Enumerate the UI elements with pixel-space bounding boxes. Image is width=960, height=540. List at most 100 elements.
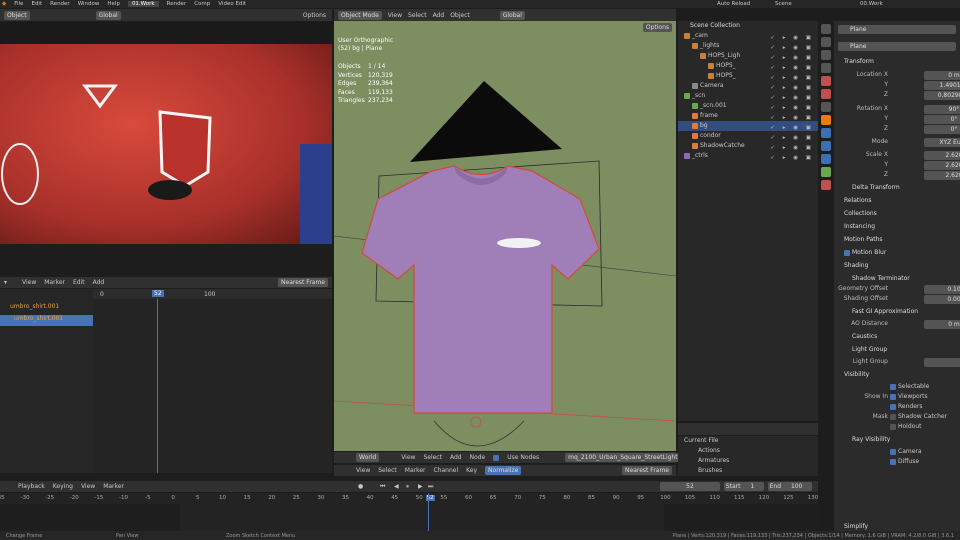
outliner-item[interactable]: _scn ✓ ▸ ◉ ▣ xyxy=(678,91,818,101)
outliner-item[interactable]: _cam ✓ ▸ ◉ ▣ xyxy=(678,31,818,41)
menu-window[interactable]: Window xyxy=(78,1,100,7)
instancing-header[interactable]: Instancing xyxy=(834,220,960,233)
outliner-item[interactable]: _ctrls ✓ ▸ ◉ ▣ xyxy=(678,151,818,161)
visibility-toggles-icon[interactable]: ✓ ▸ ◉ ▣ xyxy=(770,153,814,161)
outliner-item[interactable]: _scn.001 ✓ ▸ ◉ ▣ xyxy=(678,101,818,111)
visibility-toggles-icon[interactable]: ✓ ▸ ◉ ▣ xyxy=(770,123,814,131)
dopesheet-menu-edit[interactable]: Edit xyxy=(73,279,85,286)
delta-transform-header[interactable]: Delta Transform xyxy=(834,181,960,194)
graph-interp-dropdown[interactable]: Nearest Frame xyxy=(622,466,672,475)
transform-panel-header[interactable]: Transform xyxy=(834,55,960,68)
visibility-toggles-icon[interactable]: ✓ ▸ ◉ ▣ xyxy=(770,133,814,141)
blender-logo-icon[interactable]: ◆ xyxy=(2,1,6,7)
workspace-tab-render[interactable]: Render xyxy=(167,1,187,7)
graph-menu-channel[interactable]: Channel xyxy=(434,467,459,474)
outliner-item[interactable]: ShadowCatche ✓ ▸ ◉ ▣ xyxy=(678,141,818,151)
location-y-field[interactable]: 1.4901 m xyxy=(924,81,960,90)
view-layer-selector[interactable]: 00.Work xyxy=(860,1,883,7)
ray-visibility-header[interactable]: Ray Visibility xyxy=(834,433,960,446)
auto-reload-toggle[interactable]: Auto Reload xyxy=(717,1,750,7)
object-mode-dropdown[interactable]: Object xyxy=(4,10,30,20)
current-frame-label[interactable]: 52 xyxy=(152,290,164,297)
use-nodes-checkbox[interactable]: Use Nodes xyxy=(493,454,547,461)
object-name-field[interactable]: Plane xyxy=(838,25,956,34)
motion-blur-checkbox[interactable] xyxy=(844,249,850,256)
diffuse-ray-checkbox[interactable]: Diffuse xyxy=(890,458,919,465)
view-layer-tab-icon[interactable] xyxy=(821,63,831,73)
timeline-area[interactable]: 35-30-25-20-15-10-5051015202530354045505… xyxy=(0,493,818,531)
motion-blur-header[interactable]: Motion Blur xyxy=(834,246,960,259)
motion-paths-header[interactable]: Motion Paths xyxy=(834,233,960,246)
node-menu-view[interactable]: View xyxy=(401,454,415,461)
menu-render[interactable]: Render xyxy=(50,1,70,7)
play-reverse-icon[interactable]: ◀ xyxy=(394,483,399,490)
outliner-item[interactable]: HOPS_ ✓ ▸ ◉ ▣ xyxy=(678,71,818,81)
rotation-mode-dropdown[interactable]: XYZ Euler xyxy=(924,138,960,147)
object-tab-icon[interactable] xyxy=(821,115,831,125)
scale-x-field[interactable]: 2.620 xyxy=(924,151,960,160)
node-menu-select[interactable]: Select xyxy=(423,454,442,461)
graph-menu-select[interactable]: Select xyxy=(378,467,397,474)
material-tab-icon[interactable] xyxy=(821,180,831,190)
selectable-checkbox[interactable]: Selectable xyxy=(890,383,929,390)
dopesheet-menu-marker[interactable]: Marker xyxy=(44,279,65,286)
rotation-y-field[interactable]: 0° xyxy=(924,115,960,124)
viewport-menu-view[interactable]: View xyxy=(388,12,402,19)
outliner-item[interactable]: HOPS_ ✓ ▸ ◉ ▣ xyxy=(678,61,818,71)
outliner-item[interactable]: Camera ✓ ▸ ◉ ▣ xyxy=(678,81,818,91)
visibility-toggles-icon[interactable]: ✓ ▸ ◉ ▣ xyxy=(770,83,814,91)
workspace-tab-video-edit[interactable]: Video Edit xyxy=(218,1,246,7)
visibility-toggles-icon[interactable]: ✓ ▸ ◉ ▣ xyxy=(770,53,814,61)
relations-header[interactable]: Relations xyxy=(834,194,960,207)
timeline-ruler[interactable]: 35-30-25-20-15-10-5051015202530354045505… xyxy=(0,495,818,503)
camera-ray-checkbox[interactable]: Camera xyxy=(890,448,922,455)
scale-y-field[interactable]: 2.620 xyxy=(924,161,960,170)
caustics-header[interactable]: Caustics xyxy=(834,330,960,343)
scale-z-field[interactable]: 2.620 xyxy=(924,171,960,180)
modifier-tab-icon[interactable] xyxy=(821,128,831,138)
physics-tab-icon[interactable] xyxy=(821,154,831,164)
outliner-item[interactable]: HOPS_Ligh ✓ ▸ ◉ ▣ xyxy=(678,51,818,61)
tool-tab-icon[interactable] xyxy=(821,24,831,34)
light-group-field[interactable] xyxy=(924,358,960,367)
current-file-item[interactable]: Current File xyxy=(684,436,818,446)
world-tab-icon[interactable] xyxy=(821,89,831,99)
shading-offset-field[interactable]: 0.00 xyxy=(924,295,960,304)
options-button[interactable]: Options xyxy=(303,12,326,19)
data-name-field[interactable]: Plane xyxy=(838,42,956,51)
visibility-toggles-icon[interactable]: ✓ ▸ ◉ ▣ xyxy=(770,113,814,121)
ao-distance-field[interactable]: 0 m xyxy=(924,320,960,329)
visibility-toggles-icon[interactable]: ✓ ▸ ◉ ▣ xyxy=(770,43,814,51)
scene-selector[interactable]: Scene xyxy=(775,1,792,7)
viewport-menu-add[interactable]: Add xyxy=(433,12,445,19)
dopesheet-menu-add[interactable]: Add xyxy=(93,279,105,286)
visibility-toggles-icon[interactable]: ✓ ▸ ◉ ▣ xyxy=(770,33,814,41)
menu-help[interactable]: Help xyxy=(107,1,120,7)
dopesheet-timeline[interactable] xyxy=(93,289,332,473)
geometry-offset-field[interactable]: 0.10 xyxy=(924,285,960,294)
normalize-toggle[interactable]: Normalize xyxy=(485,466,522,475)
channel-row[interactable]: umbro_shirt.001 xyxy=(0,303,93,313)
world-dropdown[interactable]: World xyxy=(356,453,380,462)
particles-tab-icon[interactable] xyxy=(821,141,831,151)
graph-menu-key[interactable]: Key xyxy=(466,467,477,474)
current-frame-field[interactable]: 52 xyxy=(660,482,720,491)
node-menu-add[interactable]: Add xyxy=(450,454,462,461)
end-frame-field[interactable]: End 100 xyxy=(768,482,812,491)
scene-tab-icon[interactable] xyxy=(821,76,831,86)
viewport-menu-object[interactable]: Object xyxy=(450,12,470,19)
start-frame-field[interactable]: Start 1 xyxy=(724,482,764,491)
visibility-toggles-icon[interactable]: ✓ ▸ ◉ ▣ xyxy=(770,103,814,111)
timeline-menu-marker[interactable]: Marker xyxy=(103,483,124,490)
light-group-header[interactable]: Light Group xyxy=(834,343,960,356)
channel-row-selected[interactable]: umbro_shirt.001 xyxy=(0,315,93,326)
shirt-mesh[interactable] xyxy=(361,165,600,414)
dopesheet-editor-icon[interactable]: ▾ xyxy=(4,279,14,286)
record-button-icon[interactable]: ● xyxy=(358,483,363,490)
renders-checkbox[interactable]: Renders xyxy=(890,403,923,410)
shadow-catcher-checkbox[interactable]: Shadow Catcher xyxy=(890,413,947,420)
collection-tab-icon[interactable] xyxy=(821,102,831,112)
visibility-toggles-icon[interactable]: ✓ ▸ ◉ ▣ xyxy=(770,143,814,151)
transform-orientation-dropdown[interactable]: Global xyxy=(499,10,525,20)
armatures-item[interactable]: Armatures xyxy=(684,456,818,466)
